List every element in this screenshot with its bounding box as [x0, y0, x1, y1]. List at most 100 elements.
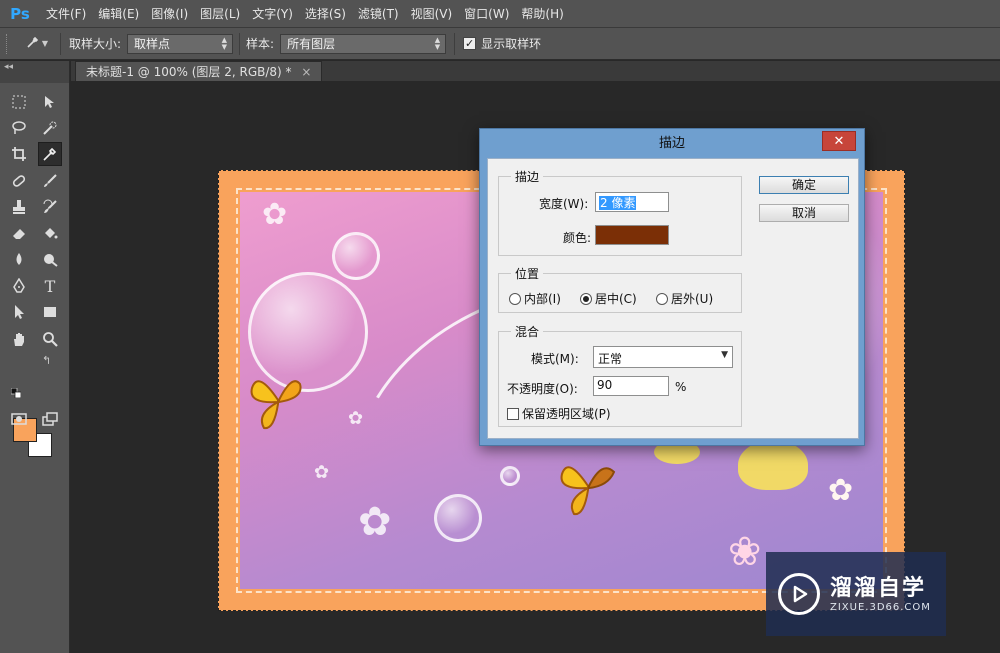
location-group: 位置 内部(I) 居中(C) 居外(U) [498, 265, 742, 313]
pen-tool-icon[interactable] [7, 274, 31, 298]
radio-outside-dot [656, 292, 668, 305]
hand-tool-icon[interactable] [7, 327, 31, 351]
eyedropper-icon [26, 35, 40, 53]
radio-outside-label: 居外(U) [671, 292, 714, 306]
lasso-tool-icon[interactable] [7, 116, 31, 140]
toolbox-collapse-handle[interactable]: ◂◂ [0, 61, 69, 83]
menu-edit[interactable]: 编辑(E) [92, 0, 145, 28]
divider [239, 32, 241, 55]
document-tab[interactable]: 未标题-1 @ 100% (图层 2, RGB/8) * × [75, 61, 323, 81]
healing-brush-tool-icon[interactable] [7, 169, 31, 193]
radio-inside-label: 内部(I) [524, 292, 561, 306]
toolbox: ◂◂ T ↰ [0, 61, 70, 653]
watermark-title: 溜溜自学 [830, 575, 927, 601]
color-label: 颜色: [563, 231, 592, 245]
location-group-legend: 位置 [511, 265, 544, 282]
updown-arrows-icon: ▲ ▼ [221, 35, 228, 51]
updown-arrows-icon: ▲ ▼ [434, 35, 441, 51]
preserve-transparency-label: 保留透明区域(P) [522, 407, 611, 421]
menu-view[interactable]: 视图(V) [405, 0, 459, 28]
opacity-label: 不透明度(O): [507, 382, 578, 396]
watermark-subtitle: ZIXUE.3D66.COM [830, 601, 931, 613]
radio-outside[interactable]: 居外(U) [656, 290, 713, 307]
menu-window[interactable]: 窗口(W) [458, 0, 515, 28]
opacity-input[interactable]: 90 [593, 376, 669, 396]
mode-value: 正常 [598, 352, 623, 366]
rectangle-tool-icon[interactable] [38, 300, 62, 324]
dialog-title: 描边 [658, 136, 685, 151]
width-value: 2 像素 [599, 196, 637, 210]
history-brush-tool-icon[interactable] [38, 195, 62, 219]
radio-center-dot [580, 292, 592, 305]
document-tab-bar: 未标题-1 @ 100% (图层 2, RGB/8) * × [71, 61, 1000, 81]
clone-stamp-tool-icon[interactable] [7, 195, 31, 219]
options-bar-grip[interactable] [6, 33, 10, 54]
move-tool-icon[interactable] [38, 90, 62, 114]
eyedropper-tool-icon[interactable] [38, 142, 62, 166]
menu-type[interactable]: 文字(Y) [246, 0, 299, 28]
paint-bucket-tool-icon[interactable] [38, 221, 62, 245]
options-bar: ▼ 取样大小: 取样点 ▲ ▼ 样本: 所有图层 ▲ ▼ ✓ 显示取样环 [0, 28, 1000, 60]
width-input[interactable]: 2 像素 [595, 192, 669, 212]
menu-bar: Ps 文件(F) 编辑(E) 图像(I) 图层(L) 文字(Y) 选择(S) 滤… [0, 0, 1000, 28]
preserve-transparency-box [507, 407, 519, 420]
preserve-transparency-checkbox[interactable]: 保留透明区域(P) [507, 405, 611, 422]
marquee-tool-icon[interactable] [7, 90, 31, 114]
mode-dropdown[interactable]: 正常 ▼ [593, 346, 733, 368]
sample-size-label: 取样大小: [69, 37, 122, 51]
stroke-color-swatch[interactable] [595, 225, 669, 245]
menu-select[interactable]: 选择(S) [299, 0, 352, 28]
photoshop-logo: Ps [10, 4, 30, 23]
dialog-titlebar[interactable]: 描边 ✕ [480, 129, 864, 158]
path-selection-tool-icon[interactable] [7, 300, 31, 324]
sample-select[interactable]: 所有图层 ▲ ▼ [280, 33, 447, 54]
swap-colors-icon[interactable]: ↰ [42, 354, 51, 367]
radio-center-label: 居中(C) [595, 292, 637, 306]
menu-help[interactable]: 帮助(H) [515, 0, 569, 28]
sample-size-value: 取样点 [134, 37, 171, 51]
opacity-unit: % [675, 380, 687, 394]
ok-button[interactable]: 确定 [759, 176, 849, 194]
show-ring-checkbox[interactable]: ✓ [463, 37, 477, 50]
quick-selection-tool-icon[interactable] [38, 116, 62, 140]
screen-mode-icon[interactable] [38, 407, 62, 431]
blur-tool-icon[interactable] [7, 247, 31, 271]
divider [60, 32, 61, 55]
brush-tool-icon[interactable] [38, 169, 62, 193]
zoom-tool-icon[interactable] [38, 327, 62, 351]
stroke-group: 描边 宽度(W): 2 像素 颜色: [498, 168, 742, 256]
crop-tool-icon[interactable] [7, 142, 31, 166]
default-colors-icon[interactable] [10, 387, 22, 399]
radio-inside-dot [509, 292, 521, 305]
dialog-close-button[interactable]: ✕ [822, 131, 856, 151]
sample-size-select[interactable]: 取样点 ▲ ▼ [127, 33, 234, 54]
sample-label: 样本: [246, 37, 275, 51]
divider [454, 32, 456, 55]
menu-layer[interactable]: 图层(L) [194, 0, 246, 28]
menu-image[interactable]: 图像(I) [145, 0, 194, 28]
radio-inside[interactable]: 内部(I) [509, 290, 561, 307]
radio-center[interactable]: 居中(C) [580, 290, 637, 307]
width-label: 宽度(W): [539, 197, 589, 211]
dialog-body: 描边 宽度(W): 2 像素 颜色: 位置 内部(I) 居中(C) 居外(U) [487, 158, 859, 439]
stroke-group-legend: 描边 [511, 168, 544, 185]
dodge-tool-icon[interactable] [38, 247, 62, 271]
quick-mask-icon[interactable] [7, 407, 31, 431]
stroke-dialog: 描边 ✕ 描边 宽度(W): 2 像素 颜色: 位置 内部(I) 居中(C) 居… [479, 128, 865, 446]
cancel-button[interactable]: 取消 [759, 204, 849, 222]
blending-group: 混合 模式(M): 正常 ▼ 不透明度(O): 90 % 保留透明区域(P) [498, 323, 742, 427]
menu-file[interactable]: 文件(F) [40, 0, 92, 28]
opacity-value: 90 [597, 378, 613, 392]
play-logo-icon [778, 573, 820, 615]
type-tool-icon[interactable]: T [38, 274, 62, 298]
close-icon[interactable]: × [301, 65, 311, 79]
menu-filter[interactable]: 滤镜(T) [352, 0, 405, 28]
eraser-tool-icon[interactable] [7, 221, 31, 245]
sample-value: 所有图层 [287, 37, 336, 51]
blending-group-legend: 混合 [511, 323, 544, 340]
tool-preset-picker[interactable]: ▼ [22, 32, 52, 56]
chevron-down-icon: ▼ [41, 39, 49, 48]
mode-label: 模式(M): [531, 352, 579, 366]
show-ring-label: 显示取样环 [481, 37, 542, 51]
document-tab-title: 未标题-1 @ 100% (图层 2, RGB/8) * [86, 65, 292, 79]
